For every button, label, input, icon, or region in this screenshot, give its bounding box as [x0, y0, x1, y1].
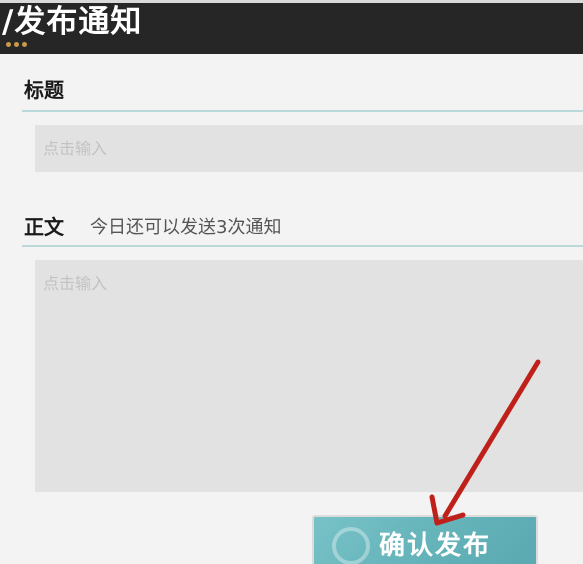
title-input[interactable]	[35, 125, 583, 172]
decoration-dot	[6, 42, 11, 47]
confirm-publish-button[interactable]: 确认发布	[312, 515, 538, 564]
confirm-publish-label: 确认发布	[378, 531, 491, 561]
title-divider	[22, 110, 583, 112]
body-textarea[interactable]	[35, 260, 583, 492]
page-title: /发布通知	[2, 4, 143, 40]
header-decoration-dots	[6, 42, 27, 47]
publish-notice-page: /发布通知 标题 正文 今日还可以发送3次通知 确认发布	[0, 0, 583, 564]
remaining-sends-hint: 今日还可以发送3次通知	[90, 217, 282, 238]
body-section-label: 正文	[24, 215, 64, 239]
title-section-label: 标题	[24, 78, 64, 102]
header-bar: /发布通知	[0, 0, 583, 54]
decoration-dot	[22, 42, 27, 47]
body-divider	[22, 245, 583, 247]
decoration-dot	[14, 42, 19, 47]
